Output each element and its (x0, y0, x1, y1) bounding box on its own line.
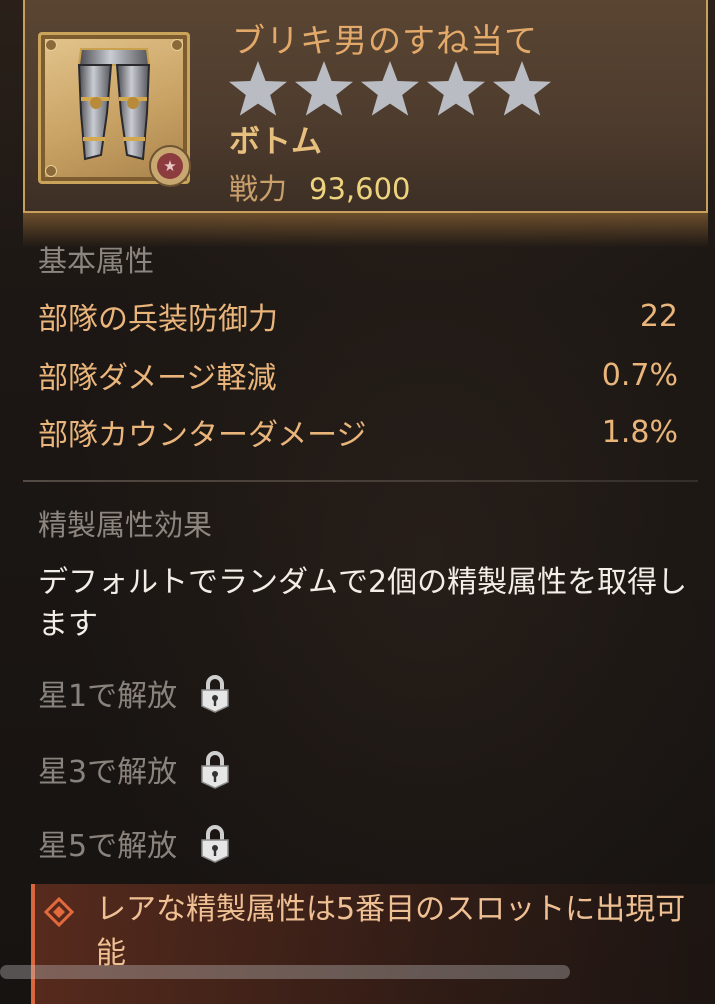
stat-value: 0.7% (601, 357, 678, 393)
stat-label: 部隊ダメージ軽減 (38, 361, 277, 396)
refine-description: デフォルトでランダムで2個の精製属性を取得します (38, 565, 688, 642)
stat-row: 部隊の兵装防御力 22 (38, 294, 678, 338)
star-empty-icon (361, 61, 419, 116)
power-line: 戦力 93,600 (229, 166, 411, 208)
unlock-slot: 星5で解放 (38, 820, 231, 866)
rare-attribute-note-text: レアな精製属性は5番目のスロットに出現可能 (96, 892, 686, 971)
power-value: 93,600 (309, 172, 411, 206)
star-badge-icon: ★ (157, 153, 183, 179)
lock-icon (201, 751, 229, 789)
unlock-label: 星3で解放 (38, 755, 178, 790)
star-rating (226, 58, 554, 118)
section-divider (23, 480, 698, 482)
unlock-slot: 星3で解放 (38, 746, 231, 792)
item-slot: ボトム (229, 124, 322, 160)
lock-icon (201, 675, 229, 713)
unlock-slot: 星1で解放 (38, 670, 231, 716)
stat-label: 部隊の兵装防御力 (38, 302, 278, 337)
item-detail-panel: ★ ブリキ男のすね当て ボトム 戦力 93,600 基本属性 部隊の兵装防御力 2… (0, 0, 715, 1004)
class-badge: ★ (149, 145, 191, 187)
stat-value: 22 (639, 298, 678, 334)
lock-icon (201, 825, 229, 863)
star-empty-icon (427, 61, 485, 116)
item-name: ブリキ男のすね当て (232, 21, 538, 60)
stat-row: 部隊カウンターダメージ 1.8% (38, 410, 678, 454)
basic-attributes-title: 基本属性 (38, 244, 155, 278)
stat-label: 部隊カウンターダメージ (38, 418, 367, 453)
unlock-label: 星5で解放 (38, 829, 178, 864)
stat-row: 部隊ダメージ軽減 0.7% (38, 353, 678, 397)
star-empty-icon (295, 61, 353, 116)
unlock-label: 星1で解放 (38, 679, 178, 714)
star-empty-icon (493, 61, 551, 116)
horizontal-scrollbar[interactable] (0, 965, 570, 979)
stat-value: 1.8% (601, 414, 678, 450)
power-label: 戦力 (229, 172, 288, 206)
refine-attributes-title: 精製属性効果 (38, 508, 213, 542)
diamond-bullet-icon (44, 897, 74, 927)
star-empty-icon (229, 61, 287, 116)
